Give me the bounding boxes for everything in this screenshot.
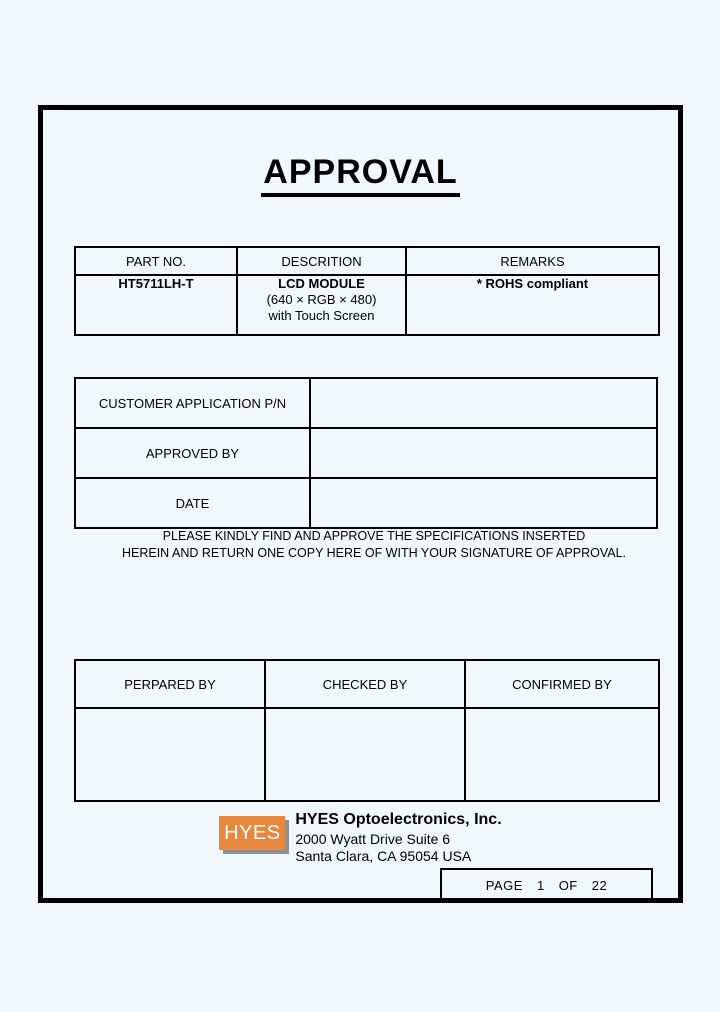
instructions-line-1: PLEASE KINDLY FIND AND APPROVE THE SPECI…: [162, 529, 586, 543]
page-label: PAGE: [485, 877, 523, 893]
field-customer-application-pn[interactable]: [309, 377, 658, 429]
logo-text: HYES: [219, 816, 286, 850]
cell-remarks: * ROHS compliant: [405, 274, 660, 336]
part-information-table: PART NO. DESCRITION REMARKS HT5711LH-T L…: [74, 246, 660, 336]
label-approved-by: APPROVED BY: [74, 427, 311, 479]
page-number-cell: PAGE 1 OF 22: [440, 868, 653, 902]
description-line-3: with Touch Screen: [268, 307, 375, 323]
table-row: HT5711LH-T LCD MODULE (640 × RGB × 480) …: [74, 274, 660, 336]
hyes-logo: HYES: [219, 816, 290, 854]
table-header-row: PART NO. DESCRITION REMARKS: [74, 246, 660, 276]
field-approved-by[interactable]: [309, 427, 658, 479]
document-page-border: APPROVAL PART NO. DESCRITION REMARKS HT5…: [38, 105, 683, 903]
page-title: APPROVAL: [261, 154, 460, 197]
company-address-line-2: Santa Clara, CA 95054 USA: [295, 848, 472, 865]
customer-approval-table: CUSTOMER APPLICATION P/N APPROVED BY DAT…: [74, 377, 658, 529]
field-date[interactable]: [309, 477, 658, 529]
page-number-box: PAGE 1 OF 22: [440, 868, 653, 902]
table-row: [74, 707, 660, 802]
table-row: PAGE 1 OF 22: [440, 868, 653, 902]
company-footer: HYES HYES Optoelectronics, Inc. 2000 Wya…: [43, 810, 678, 866]
field-perpared-by[interactable]: [74, 707, 266, 802]
company-address-block: HYES Optoelectronics, Inc. 2000 Wyatt Dr…: [295, 810, 501, 866]
label-customer-application-pn: CUSTOMER APPLICATION P/N: [74, 377, 311, 429]
signature-table: PERPARED BY CHECKED BY CONFIRMED BY: [74, 659, 660, 802]
header-description: DESCRITION: [236, 246, 407, 276]
cell-description: LCD MODULE (640 × RGB × 480) with Touch …: [236, 274, 407, 336]
label-date: DATE: [74, 477, 311, 529]
table-row: CUSTOMER APPLICATION P/N: [74, 377, 658, 429]
cell-part-no: HT5711LH-T: [74, 274, 238, 336]
description-line-1: LCD MODULE: [278, 276, 365, 291]
header-perpared-by: PERPARED BY: [74, 659, 266, 709]
header-confirmed-by: CONFIRMED BY: [464, 659, 660, 709]
page-of-label: OF: [558, 877, 578, 893]
table-row: APPROVED BY: [74, 427, 658, 479]
header-part-no: PART NO.: [74, 246, 238, 276]
header-checked-by: CHECKED BY: [264, 659, 466, 709]
header-remarks: REMARKS: [405, 246, 660, 276]
instructions-line-2: HEREIN AND RETURN ONE COPY HERE OF WITH …: [121, 545, 626, 560]
field-confirmed-by[interactable]: [464, 707, 660, 802]
company-name: HYES Optoelectronics, Inc.: [295, 811, 502, 828]
field-checked-by[interactable]: [264, 707, 466, 802]
page-current: 1: [536, 877, 545, 893]
description-line-2: (640 × RGB × 480): [266, 291, 377, 307]
page-title-container: APPROVAL: [43, 154, 678, 197]
table-row: DATE: [74, 477, 658, 529]
page-total: 22: [591, 877, 608, 893]
company-address-line-1: 2000 Wyatt Drive Suite 6: [295, 830, 451, 847]
approval-instructions: PLEASE KINDLY FIND AND APPROVE THE SPECI…: [74, 528, 674, 561]
table-header-row: PERPARED BY CHECKED BY CONFIRMED BY: [74, 659, 660, 709]
